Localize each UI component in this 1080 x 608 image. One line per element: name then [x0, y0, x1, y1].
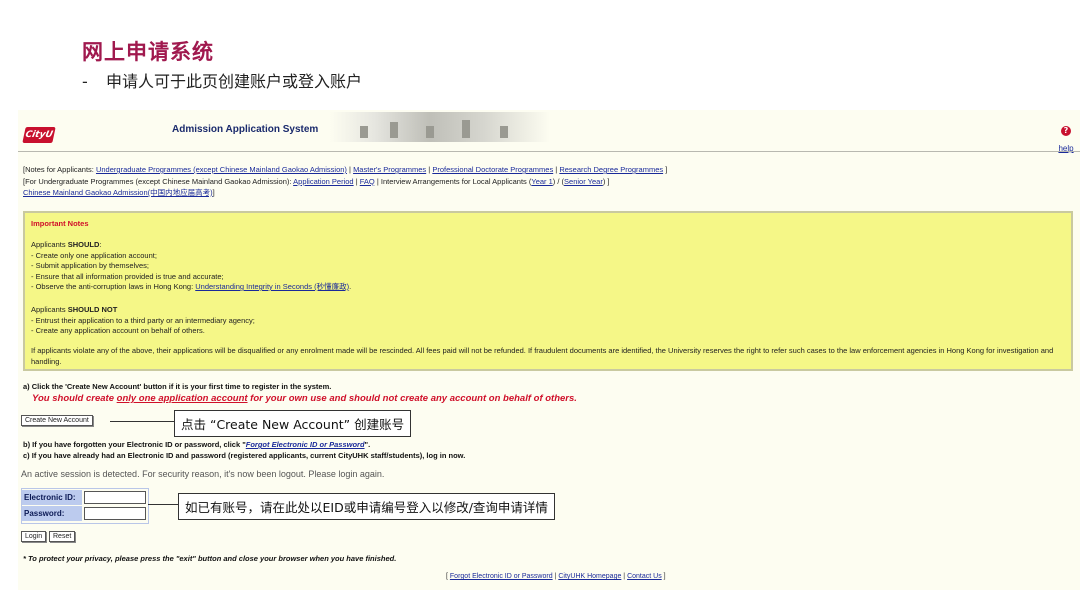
link-forgot-eid[interactable]: Forgot Electronic ID or Password [246, 440, 365, 449]
notes-for-applicants: [Notes for Applicants: Undergraduate Pro… [23, 164, 667, 199]
callout-arrow [110, 421, 174, 422]
notes2-suffix: ) ] [602, 176, 610, 186]
should-list: Applicants SHOULD: - Create only one app… [31, 240, 351, 293]
should-item: - Submit application by themselves; [31, 261, 149, 270]
application-screenshot: CityU Admission Application System ? hel… [18, 110, 1080, 590]
callout-arrow [148, 504, 178, 505]
notes3-suffix: ] [212, 188, 215, 197]
should-not-item: - Entrust their application to a third p… [31, 315, 255, 325]
create-new-account-button[interactable]: Create New Account [21, 415, 93, 426]
footer-links: [ Forgot Electronic ID or Password | Cit… [446, 573, 666, 580]
important-notes-box: Important Notes Applicants SHOULD: - Cre… [23, 211, 1073, 371]
notes2-mid2: ) / ( [552, 176, 565, 186]
link-senior-year[interactable]: Senior Year [564, 177, 603, 186]
eid-row: Electronic ID: [22, 490, 148, 506]
eid-label: Electronic ID: [22, 490, 82, 505]
notes-line-1: [Notes for Applicants: Undergraduate Pro… [23, 165, 668, 174]
important-notes-title: Important Notes [31, 219, 89, 228]
step-b-text: b) If you have forgotten your Electronic… [23, 440, 371, 449]
notes2-mid: Interview Arrangements for Local Applica… [380, 176, 532, 186]
link-undergraduate[interactable]: Undergraduate Programmes (except Chinese… [96, 165, 347, 174]
privacy-note: * To protect your privacy, please press … [23, 554, 397, 563]
help-icon[interactable]: ? [1061, 126, 1071, 136]
login-form: Electronic ID: Password: [21, 488, 149, 524]
link-year-1[interactable]: Year 1 [531, 177, 552, 186]
header-divider [18, 151, 1080, 152]
violation-notice: If applicants violate any of the above, … [31, 346, 1054, 366]
page-header: CityU Admission Application System ? hel… [18, 110, 1080, 153]
system-title: Admission Application System [172, 124, 319, 135]
reset-button[interactable]: Reset [49, 531, 76, 542]
subtitle-dash: - [82, 72, 88, 91]
should-not-heading: Applicants SHOULD NOT [31, 305, 118, 314]
step-c-text: c) If you have already had an Electronic… [23, 451, 466, 460]
cityu-logo[interactable]: CityU [22, 127, 56, 143]
link-faq[interactable]: FAQ [360, 177, 375, 186]
subtitle-text: 申请人可于此页创建账户或登入账户 [106, 72, 363, 91]
eid-input[interactable] [84, 491, 146, 504]
should-not-list: Applicants SHOULD NOT - Entrust their ap… [31, 305, 255, 337]
callout-login: 如已有账号，请在此处以EID或申请编号登入以修改/查询申请详情 [178, 493, 555, 520]
slide-title: 网上申请系统 [82, 40, 214, 64]
notes-line-2: [For Undergraduate Programmes (except Ch… [23, 176, 610, 186]
password-label: Password: [22, 506, 82, 521]
should-not-item: - Create any application account on beha… [31, 326, 205, 335]
link-research-degree[interactable]: Research Degree Programmes [559, 165, 663, 174]
password-input[interactable] [84, 507, 146, 520]
footer-link-forgot-eid[interactable]: Forgot Electronic ID or Password [450, 573, 553, 580]
password-row: Password: [22, 506, 148, 522]
callout-create-account: 点击 “Create New Account” 创建账号 [174, 410, 412, 437]
session-message: An active session is detected. For secur… [21, 469, 385, 479]
link-application-period[interactable]: Application Period [293, 177, 353, 186]
should-item: - Ensure that all information provided i… [31, 271, 224, 281]
campus-banner-image [330, 112, 550, 142]
footer-link-cityuhk-homepage[interactable]: CityUHK Homepage [558, 573, 621, 580]
should-item: - Create only one application account; [31, 250, 157, 260]
warning-text: You should create only one application a… [32, 393, 577, 404]
link-integrity[interactable]: Understanding Integrity in Seconds (秒懂廉政… [195, 282, 349, 291]
notes-suffix: ] [665, 165, 668, 174]
link-masters[interactable]: Master's Programmes [353, 165, 426, 174]
step-a-text: a) Click the 'Create New Account' button… [23, 382, 332, 391]
notes-prefix: [Notes for Applicants: [23, 165, 94, 174]
notes2-prefix: [For Undergraduate Programmes (except Ch… [23, 176, 292, 186]
login-button[interactable]: Login [21, 531, 47, 542]
link-gaokao-admission[interactable]: Chinese Mainland Gaokao Admission(中国内地应届… [23, 188, 213, 197]
should-item-anticorruption: - Observe the anti-corruption laws in Ho… [31, 282, 352, 291]
slide-subtitle: - 申请人可于此页创建账户或登入账户 [82, 68, 362, 92]
footer-link-contact-us[interactable]: Contact Us [627, 573, 662, 580]
should-heading: Applicants SHOULD: [31, 240, 102, 249]
link-professional-doctorate[interactable]: Professional Doctorate Programmes [432, 165, 553, 174]
notes-line-3: Chinese Mainland Gaokao Admission(中国内地应届… [23, 187, 667, 199]
